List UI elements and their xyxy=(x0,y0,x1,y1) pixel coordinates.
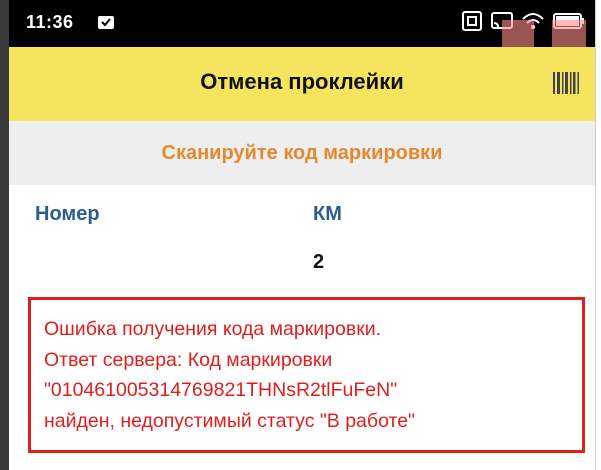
marking-codes-table: Номер КМ 2 xyxy=(9,185,595,296)
notification-icon xyxy=(97,13,115,36)
status-bar: 11:36 xyxy=(9,0,595,70)
error-line: Ошибка получения кода маркировки. xyxy=(44,318,382,340)
column-header-km: КМ xyxy=(313,203,342,225)
table-cell-km: 2 xyxy=(313,251,325,273)
barcode-icon[interactable] xyxy=(553,72,581,94)
error-line: Ответ сервера: Код маркировки xyxy=(44,348,333,371)
status-time: 11:36 xyxy=(26,12,74,32)
error-message: Ошибка получения кода маркировки. Ответ … xyxy=(28,297,585,453)
window-right-border xyxy=(595,0,601,470)
scan-hint: Сканируйте код маркировки xyxy=(161,141,443,164)
error-line: найден, недопустимый статус "В работе" xyxy=(44,409,415,432)
window-left-border xyxy=(0,0,9,470)
error-line: "010461005314769821THNsR2tlFuFeN" xyxy=(44,379,398,401)
column-header-number: Номер xyxy=(35,203,100,225)
title-bar: Отмена проклейки xyxy=(9,47,595,121)
app-screen: 11:36 Отмена проклейки Сканируйте код ма… xyxy=(9,0,595,470)
scan-hint-bar: Сканируйте код маркировки xyxy=(9,121,595,185)
nfc-icon xyxy=(462,11,482,36)
screen-title: Отмена проклейки xyxy=(200,69,404,94)
